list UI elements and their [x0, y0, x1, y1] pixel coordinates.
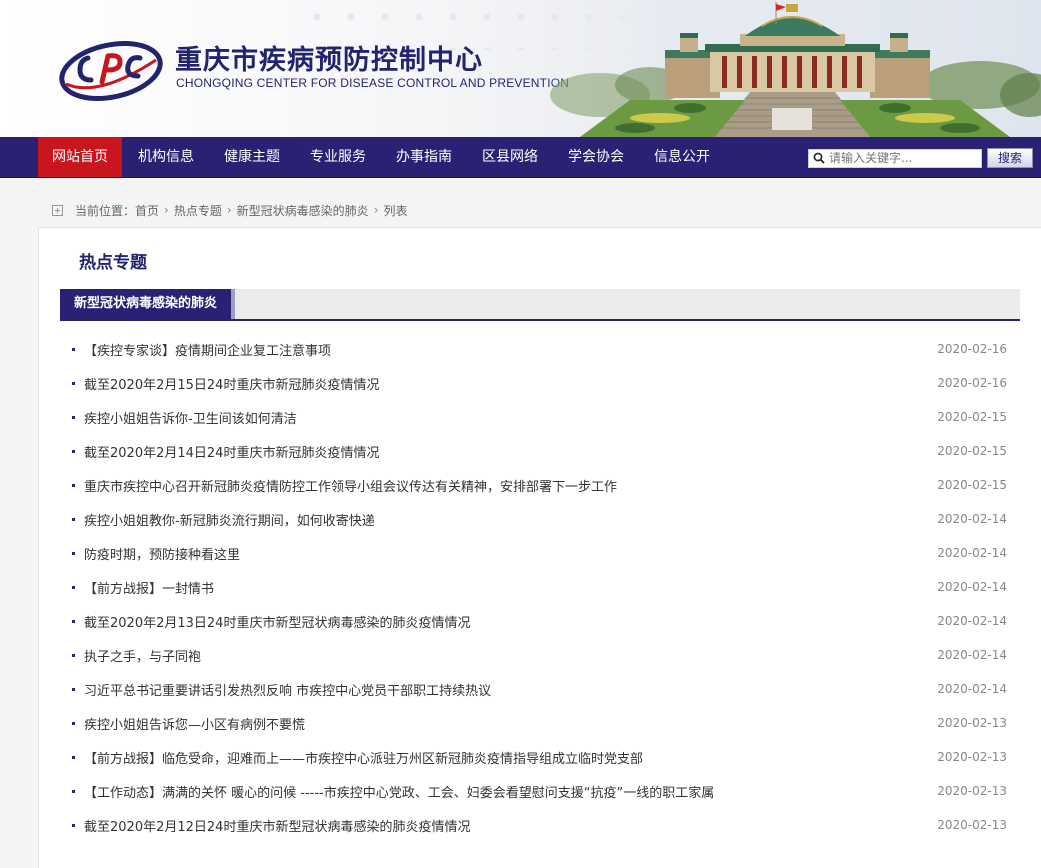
news-date: 2020-02-15 [937, 410, 1007, 424]
bullet-icon [72, 517, 75, 521]
bullet-icon [72, 585, 75, 589]
breadcrumb-covid-link[interactable]: 新型冠状病毒感染的肺炎 [237, 202, 369, 219]
bullet-icon [72, 415, 75, 419]
news-date: 2020-02-14 [937, 648, 1007, 662]
news-date: 2020-02-14 [937, 580, 1007, 594]
news-item: 【前方战报】一封情书 2020-02-14 [72, 570, 1009, 604]
news-date: 2020-02-16 [937, 342, 1007, 356]
news-title-link[interactable]: 执子之手，与子同袍 [84, 646, 201, 665]
news-title-link[interactable]: 防疫时期，预防接种看这里 [84, 544, 240, 563]
breadcrumb-home-link[interactable]: 首页 [135, 202, 159, 219]
nav-item-information-disclosure[interactable]: 信息公开 [640, 137, 724, 177]
news-date: 2020-02-13 [937, 784, 1007, 798]
breadcrumb-label: 当前位置： [75, 203, 136, 218]
news-item: 重庆市疾控中心召开新冠肺炎疫情防控工作领导小组会议传达有关精神，安排部署下一步工… [72, 468, 1009, 502]
bullet-icon [72, 619, 75, 623]
nav-item-associations[interactable]: 学会协会 [554, 137, 638, 177]
news-item: 【工作动态】满满的关怀 暖心的问候 -----市疾控中心党政、工会、妇委会看望慰… [72, 774, 1009, 808]
bullet-icon [72, 789, 75, 793]
bullet-icon [72, 721, 75, 725]
search-button[interactable]: 搜索 [987, 148, 1033, 168]
news-title-link[interactable]: 截至2020年2月12日24时重庆市新型冠状病毒感染的肺炎疫情情况 [84, 816, 470, 835]
chevron-right-icon: › [373, 203, 379, 217]
nav-items: 网站首页 机构信息 健康主题 专业服务 办事指南 区县网络 学会协会 信息公开 [38, 137, 726, 177]
news-date: 2020-02-14 [937, 512, 1007, 526]
news-title-link[interactable]: 【工作动态】满满的关怀 暖心的问候 -----市疾控中心党政、工会、妇委会看望慰… [84, 782, 714, 801]
bullet-icon [72, 347, 75, 351]
news-item: 疾控小姐姐教你-新冠肺炎流行期间，如何收寄快递 2020-02-14 [72, 502, 1009, 536]
news-title-link[interactable]: 疾控小姐姐教你-新冠肺炎流行期间，如何收寄快递 [84, 510, 375, 529]
bullet-icon [72, 381, 75, 385]
bullet-icon [72, 653, 75, 657]
news-title-link[interactable]: 疾控小姐姐告诉您—小区有病例不要慌 [84, 714, 305, 733]
chevron-right-icon: › [226, 203, 232, 217]
news-item: 截至2020年2月12日24时重庆市新型冠状病毒感染的肺炎疫情情况 2020-02… [72, 808, 1009, 842]
chevron-right-icon: › [164, 203, 169, 217]
bullet-icon [72, 483, 75, 487]
bullet-icon [72, 687, 75, 691]
news-date: 2020-02-13 [937, 716, 1007, 730]
news-date: 2020-02-13 [937, 818, 1007, 832]
news-date: 2020-02-14 [937, 614, 1007, 628]
bullet-icon [72, 823, 75, 827]
breadcrumb-list-link[interactable]: 列表 [384, 202, 408, 219]
nav-item-district-network[interactable]: 区县网络 [468, 137, 552, 177]
site-subtitle: CHONGQING CENTER FOR DISEASE CONTROL AND… [176, 76, 570, 90]
search-input[interactable] [829, 149, 975, 167]
subject-tab[interactable]: 新型冠状病毒感染的肺炎 [60, 289, 236, 319]
news-date: 2020-02-15 [937, 444, 1007, 458]
header-banner: 重庆市疾病预防控制中心 CHONGQING CENTER FOR DISEASE… [0, 0, 1041, 137]
search-field [808, 148, 982, 168]
subject-bar: 新型冠状病毒感染的肺炎 [60, 289, 1020, 321]
section-title: 热点专题 [79, 253, 147, 273]
bullet-icon [72, 449, 75, 453]
news-title-link[interactable]: 截至2020年2月14日24时重庆市新冠肺炎疫情情况 [84, 442, 379, 461]
news-title-link[interactable]: 【疾控专家谈】疫情期间企业复工注意事项 [84, 340, 331, 359]
nav-item-professional-services[interactable]: 专业服务 [296, 137, 380, 177]
news-item: 疾控小姐姐告诉你-卫生间该如何清洁 2020-02-15 [72, 400, 1009, 434]
news-item: 截至2020年2月13日24时重庆市新型冠状病毒感染的肺炎疫情情况 2020-02… [72, 604, 1009, 638]
news-title-link[interactable]: 截至2020年2月13日24时重庆市新型冠状病毒感染的肺炎疫情情况 [84, 612, 470, 631]
news-item: 【疾控专家谈】疫情期间企业复工注意事项 2020-02-16 [72, 332, 1009, 366]
nav-item-institution[interactable]: 机构信息 [124, 137, 208, 177]
news-item: 疾控小姐姐告诉您—小区有病例不要慌 2020-02-13 [72, 706, 1009, 740]
breadcrumb-hot-topics-link[interactable]: 热点专题 [174, 202, 222, 219]
news-item: 防疫时期，预防接种看这里 2020-02-14 [72, 536, 1009, 570]
news-title-link[interactable]: 截至2020年2月15日24时重庆市新冠肺炎疫情情况 [84, 374, 379, 393]
news-title-link[interactable]: 习近平总书记重要讲话引发热烈反响 市疾控中心党员干部职工持续热议 [84, 680, 491, 699]
bullet-icon [72, 551, 75, 555]
news-title-link[interactable]: 【前方战报】一封情书 [84, 578, 214, 597]
news-item: 【前方战报】临危受命，迎难而上——市疾控中心派驻万州区新冠肺炎疫情指导组成立临时… [72, 740, 1009, 774]
nav-item-home[interactable]: 网站首页 [38, 137, 122, 177]
nav-item-health-topics[interactable]: 健康主题 [210, 137, 294, 177]
news-date: 2020-02-14 [937, 682, 1007, 696]
banner-building-image [540, 0, 1041, 137]
search-icon [813, 152, 825, 164]
news-item: 截至2020年2月15日24时重庆市新冠肺炎疫情情况 2020-02-16 [72, 366, 1009, 400]
site-title: 重庆市疾病预防控制中心 [175, 45, 483, 76]
news-item: 习近平总书记重要讲话引发热烈反响 市疾控中心党员干部职工持续热议 2020-02-… [72, 672, 1009, 706]
cdc-logo-icon[interactable] [58, 40, 164, 102]
nav-item-service-guide[interactable]: 办事指南 [382, 137, 466, 177]
news-list: 【疾控专家谈】疫情期间企业复工注意事项 2020-02-16 截至2020年2月1… [72, 332, 1009, 842]
news-item: 截至2020年2月14日24时重庆市新冠肺炎疫情情况 2020-02-15 [72, 434, 1009, 468]
news-item: 执子之手，与子同袍 2020-02-14 [72, 638, 1009, 672]
news-title-link[interactable]: 疾控小姐姐告诉你-卫生间该如何清洁 [84, 408, 297, 427]
plus-box-icon [52, 204, 63, 216]
news-title-link[interactable]: 【前方战报】临危受命，迎难而上——市疾控中心派驻万州区新冠肺炎疫情指导组成立临时… [84, 748, 643, 767]
content-panel: 热点专题 新型冠状病毒感染的肺炎 【疾控专家谈】疫情期间企业复工注意事项 2020… [38, 227, 1041, 868]
news-date: 2020-02-14 [937, 546, 1007, 560]
news-title-link[interactable]: 重庆市疾控中心召开新冠肺炎疫情防控工作领导小组会议传达有关精神，安排部署下一步工… [84, 476, 617, 495]
bullet-icon [72, 755, 75, 759]
news-date: 2020-02-16 [937, 376, 1007, 390]
news-date: 2020-02-15 [937, 478, 1007, 492]
news-date: 2020-02-13 [937, 750, 1007, 764]
breadcrumb: 当前位置： 首页 › 热点专题 › 新型冠状病毒感染的肺炎 › 列表 [52, 201, 408, 219]
search-box: 搜索 [808, 148, 1033, 168]
